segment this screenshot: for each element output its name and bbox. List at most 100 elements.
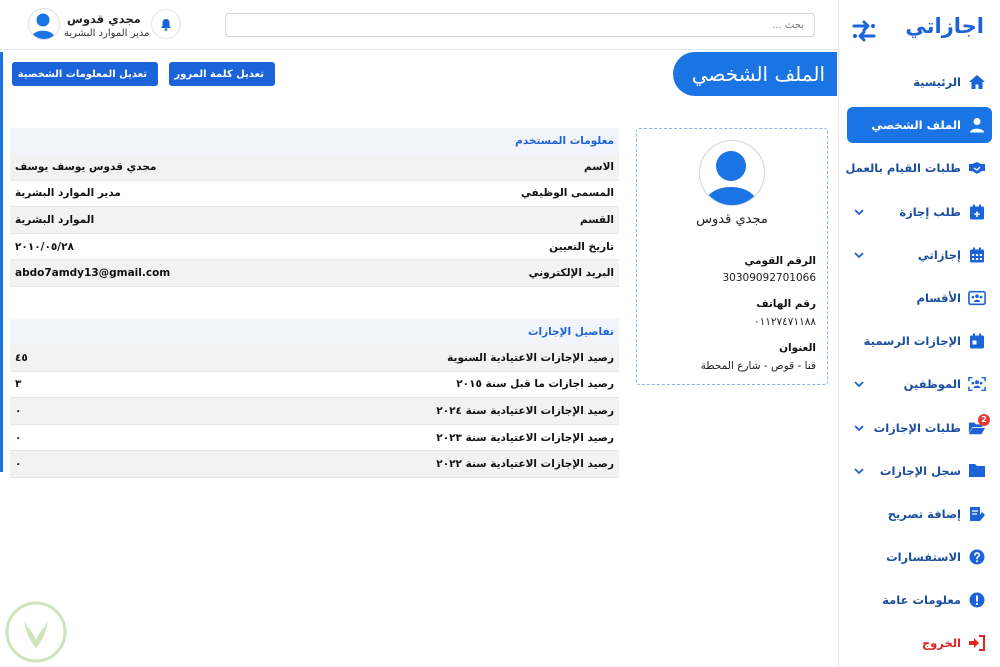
sidebar-item-profile[interactable]: الملف الشخصي: [847, 107, 992, 144]
edit-info-label: تعديل المعلومات الشخصية: [17, 68, 147, 80]
edit-info-button[interactable]: تعديل المعلومات الشخصية: [12, 62, 158, 86]
sidebar-item-add-permit[interactable]: إضافة تصريح: [847, 496, 992, 532]
home-icon: [968, 73, 986, 91]
handshake-icon: [968, 159, 986, 177]
user-role: مدير الموارد البشرية: [64, 28, 150, 39]
chevron-down-icon: [854, 468, 864, 474]
row-value: ٢٠١٠/٠٥/٢٨: [15, 240, 74, 253]
row-value: مجدي قدوس يوسف يوسف: [15, 160, 157, 173]
user-info-title: معلومات المستخدم: [10, 128, 619, 154]
page-title: الملف الشخصي: [673, 52, 837, 96]
topbar: مجدي قدوس مدير الموارد البشرية: [0, 0, 838, 50]
row-label: الاسم: [584, 160, 614, 173]
sidebar-item-label: الأقسام: [916, 290, 961, 305]
chevron-down-icon: [854, 424, 864, 431]
sidebar-item-work-requests[interactable]: طلبات القيام بالعمل: [845, 150, 992, 186]
logout-icon: [968, 634, 986, 652]
sidebar-item-label: الملف الشخصي: [871, 118, 961, 133]
row-value: abdo7amdy13@gmail.com: [15, 267, 171, 280]
sidebar-item-label: طلبات الإجازات: [873, 420, 961, 435]
row-value: ٣: [15, 378, 22, 391]
user-avatar-icon: [31, 13, 55, 39]
profile-avatar: [699, 140, 765, 206]
sidebar-item-label: سجل الإجازات: [879, 463, 961, 478]
row-label: رصيد الإجازات الاعتيادية سنة ٢٠٢٣: [436, 431, 614, 444]
row-label: رصيد الإجازات الاعتيادية السنوية: [447, 351, 614, 364]
national-id-value: 30309092701066: [722, 272, 816, 284]
address-value: قنا - قوص - شارع المحطة: [700, 360, 816, 372]
sidebar-item-logout[interactable]: الخروج: [847, 625, 992, 661]
folder-open-icon: 2: [968, 413, 990, 437]
sidebar-item-inquiries[interactable]: الاستفسارات: [847, 539, 992, 575]
sidebar-item-label: الموظفين: [903, 377, 961, 392]
table-row: تاريخ التعيين ٢٠١٠/٠٥/٢٨: [10, 234, 619, 261]
sidebar-item-label: الإجازات الرسمية: [863, 334, 961, 349]
change-password-button[interactable]: تعديل كلمة المرور: [169, 62, 275, 86]
chevron-down-icon: [854, 208, 864, 215]
row-label: رصيد الإجازات الاعتيادية سنة ٢٠٢٤: [436, 404, 614, 417]
sidebar-item-label: معلومات عامة: [882, 593, 961, 608]
sidebar-item-label: طلبات القيام بالعمل: [845, 161, 962, 176]
row-value: ٤٥: [15, 351, 28, 364]
sidebar-item-general-info[interactable]: معلومات عامة: [847, 582, 992, 618]
leave-details-section: تفاصيل الإجازات رصيد الإجازات الاعتيادية…: [10, 319, 619, 478]
table-row: الاسم مجدي قدوس يوسف يوسف: [10, 154, 619, 181]
info-icon: [968, 591, 986, 609]
user-avatar-icon: [705, 151, 757, 205]
row-value: ٠: [15, 404, 22, 417]
users-icon: [968, 375, 986, 393]
row-label: رصيد الإجازات الاعتيادية سنة ٢٠٢٢: [436, 458, 614, 471]
table-row: المسمى الوظيفي مدير الموارد البشرية: [10, 181, 619, 208]
profile-name: مجدي قدوس: [696, 212, 768, 227]
sidebar-item-employees[interactable]: الموظفين: [847, 366, 992, 402]
folder-icon: [968, 462, 986, 480]
logo-watermark-icon: [5, 601, 67, 663]
table-row: رصيد اجازات ما قبل سنة ٢٠١٥ ٣: [10, 372, 619, 399]
row-value: ٠: [15, 431, 22, 444]
departments-icon: [968, 289, 986, 307]
national-id-label: الرقم القومي: [744, 255, 816, 267]
change-password-label: تعديل كلمة المرور: [174, 68, 264, 80]
user-name[interactable]: مجدي قدوس: [67, 12, 141, 26]
sidebar-item-official-holidays[interactable]: الإجازات الرسمية: [847, 323, 992, 359]
app-brand[interactable]: اجازاتي: [905, 14, 984, 38]
row-label: رصيد اجازات ما قبل سنة ٢٠١٥: [456, 378, 614, 391]
sidebar-item-label: الاستفسارات: [886, 550, 961, 565]
notifications-button[interactable]: [151, 9, 181, 39]
avatar[interactable]: [28, 8, 60, 40]
row-value: ٠: [15, 458, 22, 471]
user-info-section: معلومات المستخدم الاسم مجدي قدوس يوسف يوس…: [10, 128, 619, 287]
sidebar: اجازاتي الرئيسية الملف الشخصي طلبات القي…: [838, 0, 1000, 667]
sidebar-item-leave-log[interactable]: سجل الإجازات: [847, 453, 992, 489]
content-left-border: [0, 52, 3, 472]
user-icon: [968, 116, 986, 134]
search-input[interactable]: [225, 13, 815, 37]
row-label: البريد الإلكتروني: [528, 267, 614, 280]
chevron-down-icon: [854, 252, 864, 259]
profile-card: مجدي قدوس الرقم القومي 30309092701066 رق…: [636, 128, 828, 385]
row-value: مدير الموارد البشرية: [15, 187, 121, 200]
row-label: المسمى الوظيفي: [520, 187, 614, 200]
table-row: رصيد الإجازات الاعتيادية سنة ٢٠٢٣ ٠: [10, 425, 619, 452]
row-label: تاريخ التعيين: [549, 240, 614, 253]
sidebar-item-label: طلب إجازة: [899, 204, 961, 219]
sidebar-item-home[interactable]: الرئيسية: [847, 64, 992, 100]
bell-icon: [161, 18, 171, 31]
phone-value: ٠١١٢٧٤٧١١٨٨: [753, 316, 816, 328]
sidebar-item-label: إضافة تصريح: [887, 506, 961, 521]
sidebar-item-departments[interactable]: الأقسام: [847, 280, 992, 316]
table-row: رصيد الإجازات الاعتيادية السنوية ٤٥: [10, 345, 619, 372]
leave-details-title: تفاصيل الإجازات: [10, 319, 619, 345]
sidebar-item-label: إجازاتي: [917, 247, 961, 262]
sidebar-toggle-icon[interactable]: [851, 18, 877, 44]
chevron-down-icon: [854, 381, 864, 388]
sidebar-item-label: الرئيسية: [913, 75, 961, 89]
sidebar-item-leave-requests[interactable]: 2 طلبات الإجازات: [847, 410, 992, 446]
table-row: رصيد الإجازات الاعتيادية سنة ٢٠٢٤ ٠: [10, 398, 619, 425]
calendar-icon: [968, 246, 986, 264]
row-label: القسم: [579, 213, 614, 226]
sidebar-item-leave-request[interactable]: طلب إجازة: [847, 194, 992, 230]
calendar-day-icon: [968, 332, 986, 350]
sidebar-item-my-leaves[interactable]: إجازاتي: [847, 237, 992, 273]
address-label: العنوان: [779, 342, 816, 354]
